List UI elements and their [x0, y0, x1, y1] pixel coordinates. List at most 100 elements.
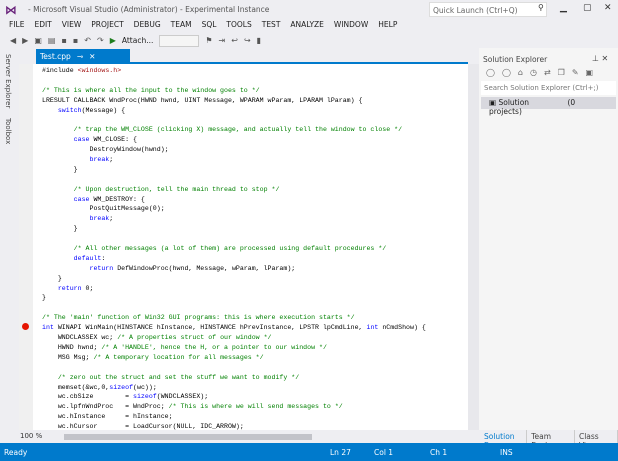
indent-icon[interactable]: ⇥	[219, 36, 226, 45]
redo-icon[interactable]: ↷	[97, 36, 104, 45]
close-icon[interactable]: ✕	[602, 54, 609, 63]
maximize-button[interactable]: ▢	[583, 3, 592, 13]
editor-gutter[interactable]	[19, 64, 33, 430]
menu-tools[interactable]: TOOLS	[221, 20, 256, 32]
code-token: /* The 'main' function of Win32 GUI prog…	[42, 314, 355, 322]
menu-test[interactable]: TEST	[257, 20, 286, 32]
close-tab-icon[interactable]: ✕	[89, 52, 95, 61]
tab-test-cpp[interactable]: Test.cpp ⊸ ✕	[36, 49, 130, 63]
visual-studio-logo-icon: ⋈	[5, 3, 17, 17]
close-button[interactable]: ✕	[604, 3, 612, 13]
code-line: /* All other messages (a lot of them) ar…	[42, 244, 426, 254]
configuration-dropdown[interactable]	[159, 34, 200, 47]
code-line: /* trap the WM_CLOSE (clicking X) messag…	[42, 125, 426, 135]
toolbar: ◀ ▶ ▣ ▤ ▪ ▪ ↶ ↷ ▶ Attach... ⚑ ⇥ ↩ ↪ ▮	[0, 33, 470, 48]
code-token: case	[73, 136, 90, 144]
save-icon[interactable]: ▪	[61, 36, 66, 45]
pending-changes-icon[interactable]: ◷	[530, 68, 537, 77]
code-token: break	[89, 215, 110, 223]
code-token: return	[89, 264, 114, 272]
code-token: WM_DESTROY: {	[89, 195, 145, 203]
code-token: MSG Msg;	[42, 353, 94, 361]
back-icon[interactable]: ◯	[486, 68, 495, 77]
code-line: }	[42, 165, 426, 175]
code-token: :	[101, 254, 106, 262]
code-token: DefWindowProc(hwnd, Message, wParam, lPa…	[113, 264, 296, 272]
code-line: LRESULT CALLBACK WndProc(HWND hwnd, UINT…	[42, 96, 426, 106]
insert-mode: INS	[500, 448, 513, 457]
forward-icon[interactable]: ◯	[502, 68, 511, 77]
minimize-button[interactable]: ▁	[560, 3, 567, 13]
code-line: PostQuitMessage(0);	[42, 204, 426, 214]
code-line: wc.hInstance = hInstance;	[42, 412, 426, 422]
code-token: /* A temporary location for all messages…	[93, 353, 264, 361]
back-icon[interactable]: ◀	[10, 36, 16, 45]
code-token: return	[57, 284, 82, 292]
code-token: ;	[109, 156, 114, 164]
save-all-icon[interactable]: ▪	[73, 36, 78, 45]
code-token: ;	[109, 215, 114, 223]
solution-root-node[interactable]: ▣ Solution (0 projects)	[481, 97, 616, 116]
code-token: case	[73, 195, 90, 203]
code-token: switch	[57, 106, 82, 114]
code-token: <windows.h>	[77, 67, 122, 74]
menu-debug[interactable]: DEBUG	[129, 20, 166, 32]
solution-explorer-toolbar: ◯ ◯ ⌂ ◷ ⇄ ❐ ✎ ▣	[486, 68, 593, 77]
home-icon[interactable]: ⌂	[518, 68, 523, 77]
pin-icon[interactable]: ⊸	[77, 52, 83, 61]
zoom-dropdown[interactable]: 100 %	[20, 432, 42, 440]
menu-edit[interactable]: EDIT	[29, 20, 56, 32]
menu-project[interactable]: PROJECT	[86, 20, 128, 32]
code-line: MSG Msg; /* A temporary location for all…	[42, 353, 426, 363]
solution-explorer-title: Solution Explorer	[483, 55, 548, 64]
solution-search-input[interactable]: Search Solution Explorer (Ctrl+;)	[481, 81, 616, 95]
forward-icon[interactable]: ▶	[22, 36, 28, 45]
code-token: sizeof	[109, 383, 134, 391]
code-line: default:	[42, 254, 426, 264]
open-icon[interactable]: ▤	[48, 36, 56, 45]
attach-button[interactable]: Attach...	[122, 36, 154, 45]
menu-analyze[interactable]: ANALYZE	[285, 20, 329, 32]
menu-file[interactable]: FILE	[4, 20, 29, 32]
quick-launch-input[interactable]: Quick Launch (Ctrl+Q)	[429, 2, 547, 17]
code-line: memset(&wc,0,sizeof(wc));	[42, 383, 426, 393]
find-icon[interactable]: ⚑	[205, 36, 212, 45]
menu-team[interactable]: TEAM	[166, 20, 197, 32]
code-token: /* zero out the struct and set the stuff…	[42, 373, 300, 381]
breakpoint-icon[interactable]	[22, 323, 29, 330]
comment-icon[interactable]: ↩	[231, 36, 238, 45]
code-token: #include	[42, 67, 78, 74]
line-number: Ln 27	[330, 448, 351, 457]
code-token: HWND hwnd;	[42, 343, 102, 351]
vertical-scrollbar[interactable]	[468, 64, 479, 430]
code-token: /* This is where all the input to the wi…	[42, 86, 260, 94]
play-icon[interactable]: ▶	[110, 36, 116, 45]
pin-icon[interactable]: ⊥	[592, 54, 599, 63]
menu-view[interactable]: VIEW	[57, 20, 87, 32]
menu-sql[interactable]: SQL	[197, 20, 222, 32]
server-explorer-tab[interactable]: Server Explorer	[4, 54, 12, 108]
status-text: Ready	[4, 448, 28, 457]
column-number: Col 1	[374, 448, 394, 457]
code-token: (Message) {	[81, 106, 126, 114]
toolbox-tab[interactable]: Toolbox	[4, 118, 12, 144]
new-project-icon[interactable]: ▣	[34, 36, 42, 45]
preview-icon[interactable]: ▣	[586, 68, 594, 77]
uncomment-icon[interactable]: ↪	[244, 36, 251, 45]
code-token: wc.lpfnWndProc = WndProc;	[42, 403, 169, 411]
code-token: break	[89, 156, 110, 164]
horizontal-scrollbar[interactable]	[64, 434, 312, 440]
menu-window[interactable]: WINDOW	[329, 20, 373, 32]
undo-icon[interactable]: ↶	[84, 36, 91, 45]
bookmark-icon[interactable]: ▮	[257, 36, 261, 45]
sync-icon[interactable]: ⇄	[544, 68, 551, 77]
collapse-all-icon[interactable]: ❐	[558, 68, 565, 77]
properties-icon[interactable]: ✎	[572, 68, 579, 77]
search-icon[interactable]: ⚲	[538, 3, 544, 12]
menu-help[interactable]: HELP	[373, 20, 402, 32]
code-token: WNDCLASSEX wc;	[42, 334, 118, 342]
